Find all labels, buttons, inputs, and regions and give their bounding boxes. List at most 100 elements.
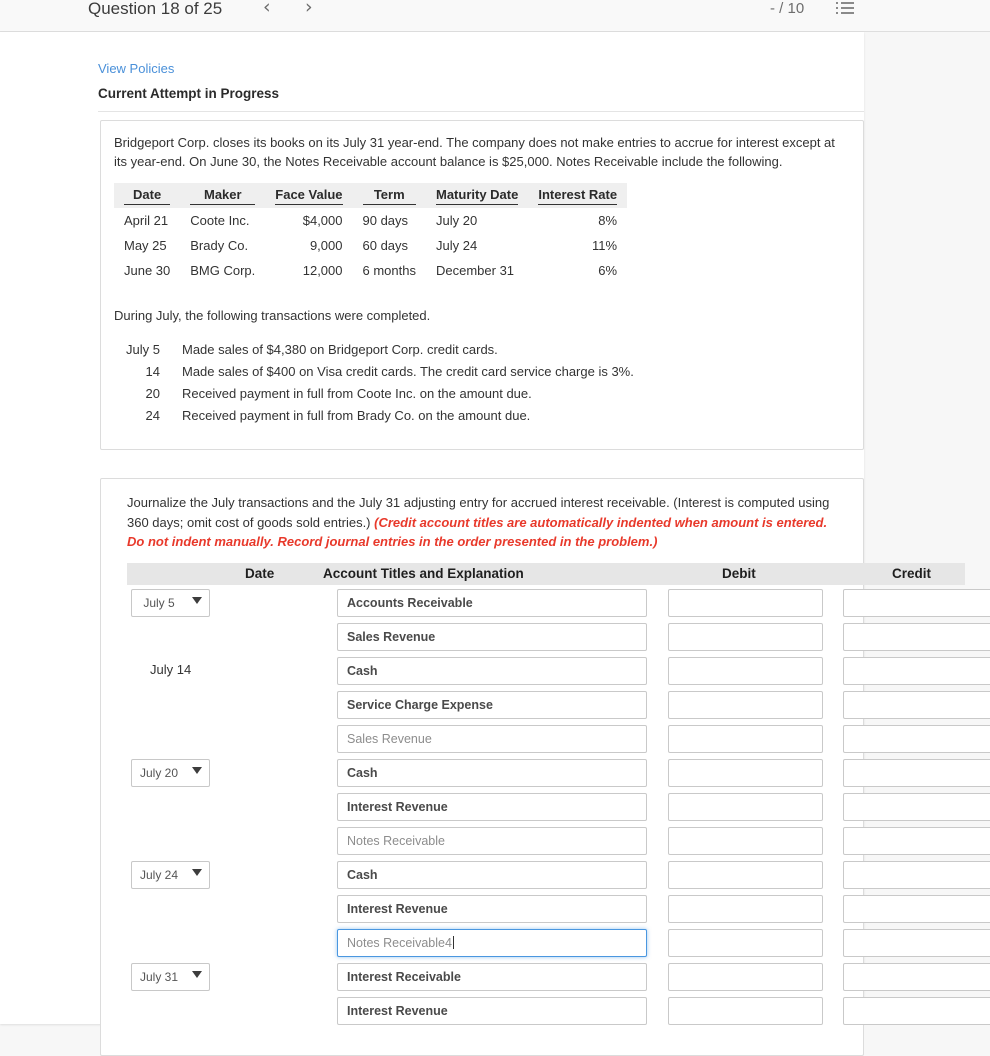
chevron-down-icon — [192, 869, 202, 876]
journal-credit-input-11[interactable] — [843, 963, 990, 991]
journal-debit-input-7[interactable] — [668, 827, 823, 855]
journal-debit-input-1[interactable] — [668, 623, 823, 651]
journal-entry-row: July 5 Accounts Receivable — [101, 589, 990, 623]
journal-col-credit: Credit — [892, 566, 932, 581]
journal-entry-row: Notes Receivable4 — [101, 929, 990, 963]
journal-entry-row: July 20 Cash — [101, 759, 990, 793]
journal-account-input-0[interactable]: Accounts Receivable — [337, 589, 647, 617]
journal-account-input-2[interactable]: Cash — [337, 657, 647, 685]
journal-debit-input-4[interactable] — [668, 725, 823, 753]
journal-date-select-0[interactable]: July 5 — [131, 589, 210, 617]
journal-account-input-8[interactable]: Cash — [337, 861, 647, 889]
journal-credit-input-3[interactable] — [843, 691, 990, 719]
journal-account-text: Notes Receivable — [347, 834, 445, 848]
journal-credit-input-10[interactable] — [843, 929, 990, 957]
journal-date-value: July 31 — [139, 970, 179, 984]
journal-account-input-4[interactable]: Sales Revenue — [337, 725, 647, 753]
transaction-description: Made sales of $400 on Visa credit cards.… — [182, 364, 634, 379]
view-policies-link[interactable]: View Policies — [98, 61, 174, 76]
transactions-list: July 5 Made sales of $4,380 on Bridgepor… — [114, 339, 844, 427]
journal-credit-input-1[interactable] — [843, 623, 990, 651]
journal-credit-input-4[interactable] — [843, 725, 990, 753]
cell-maker: Brady Co. — [190, 238, 249, 253]
journal-credit-input-0[interactable] — [843, 589, 990, 617]
col-term: Term — [352, 183, 426, 208]
chevron-left-icon[interactable]: ‹ — [263, 0, 271, 17]
journal-entry-card: Journalize the July transactions and the… — [100, 478, 990, 1056]
question-counter: Question 18 of 25 — [88, 0, 223, 18]
journal-date-cell — [131, 929, 241, 957]
journal-debit-input-3[interactable] — [668, 691, 823, 719]
journal-credit-input-8[interactable] — [843, 861, 990, 889]
journal-date-value: July 20 — [139, 766, 179, 780]
journal-account-input-1[interactable]: Sales Revenue — [337, 623, 647, 651]
journal-account-input-11[interactable]: Interest Receivable — [337, 963, 647, 991]
journal-date-static-label: July 14 — [150, 662, 192, 677]
journal-date-value: July 24 — [139, 868, 179, 882]
journal-date-cell — [131, 623, 241, 651]
journal-date-cell: July 5 — [131, 589, 241, 617]
journal-account-text: Interest Revenue — [347, 902, 448, 916]
journal-account-text: Interest Receivable — [347, 970, 461, 984]
journal-credit-input-7[interactable] — [843, 827, 990, 855]
chevron-right-icon[interactable]: › — [305, 0, 313, 17]
journal-date-select-8[interactable]: July 24 — [131, 861, 210, 889]
journal-credit-input-2[interactable] — [843, 657, 990, 685]
cell-maturity: July 24 — [435, 238, 478, 253]
transaction-date: 14 — [145, 364, 160, 379]
chevron-down-icon — [192, 767, 202, 774]
cell-date: May 25 — [124, 238, 167, 253]
question-header-bar: Question 18 of 25 ‹ › - / 10 — [0, 0, 990, 32]
list-view-icon[interactable] — [836, 1, 854, 15]
journal-account-input-12[interactable]: Interest Revenue — [337, 997, 647, 1025]
journal-debit-input-10[interactable] — [668, 929, 823, 957]
cell-rate: 11% — [592, 238, 618, 253]
journal-account-input-6[interactable]: Interest Revenue — [337, 793, 647, 821]
journal-account-text: Interest Revenue — [347, 1004, 448, 1018]
journal-account-input-9[interactable]: Interest Revenue — [337, 895, 647, 923]
header-inner: Question 18 of 25 ‹ › - / 10 — [0, 0, 990, 31]
journal-credit-input-6[interactable] — [843, 793, 990, 821]
transaction-description: Received payment in full from Coote Inc.… — [182, 386, 532, 401]
journal-account-text: Cash — [347, 868, 378, 882]
transaction-description: Made sales of $4,380 on Bridgeport Corp.… — [182, 342, 498, 357]
journal-instructions: Journalize the July transactions and the… — [127, 493, 841, 552]
journal-account-text: Cash — [347, 664, 378, 678]
journal-credit-input-5[interactable] — [843, 759, 990, 787]
attempt-status-label: Current Attempt in Progress — [98, 86, 280, 101]
journal-debit-input-8[interactable] — [668, 861, 823, 889]
journal-debit-input-0[interactable] — [668, 589, 823, 617]
journal-date-select-11[interactable]: July 31 — [131, 963, 210, 991]
cell-term: 90 days — [362, 213, 409, 228]
journal-credit-input-9[interactable] — [843, 895, 990, 923]
cell-maturity: July 20 — [435, 213, 478, 228]
problem-intro-text: Bridgeport Corp. closes its books on its… — [114, 135, 835, 169]
journal-entry-row: Interest Revenue — [101, 895, 990, 929]
journal-credit-input-12[interactable] — [843, 997, 990, 1025]
chevron-down-icon — [192, 971, 202, 978]
list-item: 24 Received payment in full from Brady C… — [114, 405, 844, 427]
journal-debit-input-12[interactable] — [668, 997, 823, 1025]
journal-account-input-7[interactable]: Notes Receivable — [337, 827, 647, 855]
journal-date-cell — [131, 895, 241, 923]
transaction-date: 24 — [145, 408, 160, 423]
journal-debit-input-6[interactable] — [668, 793, 823, 821]
journal-debit-input-5[interactable] — [668, 759, 823, 787]
cell-maturity: December 31 — [435, 263, 515, 278]
journal-date-value: July 5 — [143, 596, 175, 610]
journal-entry-row: Sales Revenue — [101, 623, 990, 657]
journal-account-text: Service Charge Expense — [347, 698, 493, 712]
journal-debit-input-11[interactable] — [668, 963, 823, 991]
cell-date: June 30 — [124, 263, 171, 278]
journal-entry-row: July 31 Interest Receivable — [101, 963, 990, 997]
journal-account-input-5[interactable]: Cash — [337, 759, 647, 787]
journal-account-input-3[interactable]: Service Charge Expense — [337, 691, 647, 719]
journal-date-select-5[interactable]: July 20 — [131, 759, 210, 787]
journal-debit-input-2[interactable] — [668, 657, 823, 685]
journal-account-input-10[interactable]: Notes Receivable4 — [337, 929, 647, 957]
journal-col-account: Account Titles and Explanation — [323, 566, 524, 581]
list-item: 14 Made sales of $400 on Visa credit car… — [114, 361, 844, 383]
journal-debit-input-9[interactable] — [668, 895, 823, 923]
journal-date-cell: July 24 — [131, 861, 241, 889]
question-content-panel: View Policies Current Attempt in Progres… — [0, 32, 990, 1056]
